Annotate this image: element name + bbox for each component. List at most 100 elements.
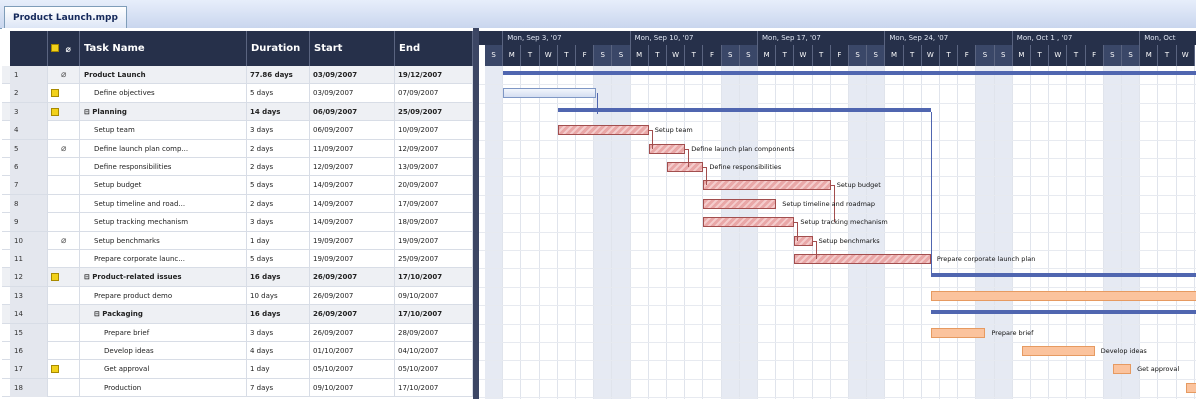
- tab-product-launch[interactable]: Product Launch.mpp: [4, 6, 127, 28]
- duration-cell[interactable]: 5 days: [247, 176, 310, 195]
- summary-bar[interactable]: [930, 273, 1196, 278]
- end-cell[interactable]: 04/10/2007: [395, 342, 473, 360]
- task-bar[interactable]: [930, 290, 1196, 301]
- duration-cell[interactable]: 3 days: [247, 323, 310, 342]
- duration-cell[interactable]: 3 days: [247, 213, 310, 232]
- start-cell[interactable]: 19/09/2007: [310, 250, 395, 268]
- task-bar[interactable]: [703, 180, 831, 191]
- duration-cell[interactable]: 2 days: [247, 139, 310, 158]
- task-name-cell[interactable]: ⊟ Product-related issues: [80, 268, 247, 287]
- duration-cell[interactable]: 5 days: [247, 250, 310, 268]
- table-row[interactable]: 1 ⌀ Product Launch 77.86 days 03/09/2007 19/1…: [2, 66, 473, 85]
- duration-cell[interactable]: 10 days: [247, 286, 310, 305]
- start-cell[interactable]: 19/09/2007: [310, 231, 395, 250]
- start-cell[interactable]: 14/09/2007: [310, 194, 395, 213]
- start-cell[interactable]: 26/09/2007: [310, 305, 395, 324]
- info-column-header[interactable]: ⌀: [48, 31, 80, 66]
- start-cell[interactable]: 26/09/2007: [310, 268, 395, 287]
- duration-cell[interactable]: 1 day: [247, 231, 310, 250]
- duration-cell[interactable]: 5 days: [247, 84, 310, 103]
- end-cell[interactable]: 19/12/2007: [395, 66, 473, 84]
- duration-cell[interactable]: 4 days: [247, 342, 310, 360]
- table-row[interactable]: 11 Prepare corporate launc... 5 days 19/09/…: [2, 250, 473, 269]
- task-bar[interactable]: [703, 198, 777, 209]
- task-name-column-header[interactable]: Task Name: [80, 31, 247, 66]
- duration-cell[interactable]: 14 days: [247, 102, 310, 121]
- task-name-cell[interactable]: Define objectives: [80, 84, 247, 103]
- table-row[interactable]: 10 ⌀ Setup benchmarks 1 day 19/09/2007 19/09/…: [2, 231, 473, 250]
- task-bar[interactable]: [1112, 364, 1132, 375]
- end-cell[interactable]: 25/09/2007: [395, 250, 473, 268]
- start-cell[interactable]: 14/09/2007: [310, 176, 395, 195]
- duration-cell[interactable]: 2 days: [247, 158, 310, 176]
- start-cell[interactable]: 26/09/2007: [310, 323, 395, 342]
- task-name-cell[interactable]: Define launch plan comp...: [80, 139, 247, 158]
- end-cell[interactable]: 10/09/2007: [395, 121, 473, 140]
- end-cell[interactable]: 05/10/2007: [395, 360, 473, 379]
- end-cell[interactable]: 17/09/2007: [395, 194, 473, 213]
- start-cell[interactable]: 01/10/2007: [310, 342, 395, 360]
- task-bar[interactable]: [1185, 382, 1196, 393]
- task-bar[interactable]: [667, 162, 704, 172]
- task-name-cell[interactable]: Define responsibilities: [80, 158, 247, 176]
- duration-cell[interactable]: 2 days: [247, 194, 310, 213]
- duration-column-header[interactable]: Duration: [247, 31, 310, 66]
- summary-bar[interactable]: [930, 310, 1196, 315]
- end-cell[interactable]: 20/09/2007: [395, 176, 473, 195]
- end-cell[interactable]: 07/09/2007: [395, 84, 473, 103]
- table-row[interactable]: 7 Setup budget 5 days 14/09/2007 20/09/2007: [2, 176, 473, 195]
- task-name-cell[interactable]: Prepare corporate launc...: [80, 250, 247, 268]
- start-cell[interactable]: 06/09/2007: [310, 121, 395, 140]
- table-row[interactable]: 16 Develop ideas 4 days 01/10/2007 04/10/200…: [2, 342, 473, 361]
- end-cell[interactable]: 12/09/2007: [395, 139, 473, 158]
- end-cell[interactable]: 18/09/2007: [395, 213, 473, 232]
- start-cell[interactable]: 26/09/2007: [310, 286, 395, 305]
- start-column-header[interactable]: Start: [310, 31, 395, 66]
- table-row[interactable]: 5 ⌀ Define launch plan comp... 2 days 11/09/…: [2, 139, 473, 158]
- end-cell[interactable]: 17/10/2007: [395, 378, 473, 397]
- start-cell[interactable]: 05/10/2007: [310, 360, 395, 379]
- task-name-cell[interactable]: Production: [80, 378, 247, 397]
- start-cell[interactable]: 03/09/2007: [310, 84, 395, 103]
- end-cell[interactable]: 25/09/2007: [395, 102, 473, 121]
- end-cell[interactable]: 28/09/2007: [395, 323, 473, 342]
- task-name-cell[interactable]: ⊟ Planning: [80, 102, 247, 121]
- end-cell[interactable]: 19/09/2007: [395, 231, 473, 250]
- task-name-cell[interactable]: Setup budget: [80, 176, 247, 195]
- id-column-header[interactable]: [10, 31, 48, 66]
- table-row[interactable]: 6 Define responsibilities 2 days 12/09/2007…: [2, 158, 473, 177]
- table-row[interactable]: 4 Setup team 3 days 06/09/2007 10/09/2007: [2, 121, 473, 140]
- task-name-cell[interactable]: Prepare brief: [80, 323, 247, 342]
- task-name-cell[interactable]: Develop ideas: [80, 342, 247, 360]
- end-cell[interactable]: 17/10/2007: [395, 268, 473, 287]
- task-name-cell[interactable]: Setup benchmarks: [80, 231, 247, 250]
- table-row[interactable]: 12 ⊟ Product-related issues 16 days 26/09/2…: [2, 268, 473, 287]
- task-name-cell[interactable]: Setup team: [80, 121, 247, 140]
- end-cell[interactable]: 13/09/2007: [395, 158, 473, 176]
- task-name-cell[interactable]: ⊟ Packaging: [80, 305, 247, 324]
- table-row[interactable]: 14 ⊟ Packaging 16 days 26/09/2007 17/10/2007: [2, 305, 473, 324]
- table-row[interactable]: 17 Get approval 1 day 05/10/2007 05/10/2007: [2, 360, 473, 379]
- table-row[interactable]: 9 Setup tracking mechanism 3 days 14/09/200…: [2, 213, 473, 232]
- start-cell[interactable]: 06/09/2007: [310, 102, 395, 121]
- task-bar[interactable]: [1021, 346, 1095, 356]
- duration-cell[interactable]: 77.86 days: [247, 66, 310, 84]
- task-bar[interactable]: [648, 143, 686, 154]
- table-row[interactable]: 15 Prepare brief 3 days 26/09/2007 28/09/200…: [2, 323, 473, 342]
- task-bar[interactable]: [557, 125, 649, 136]
- start-cell[interactable]: 09/10/2007: [310, 378, 395, 397]
- duration-cell[interactable]: 7 days: [247, 378, 310, 397]
- start-cell[interactable]: 03/09/2007: [310, 66, 395, 84]
- table-row[interactable]: 18 Production 7 days 09/10/2007 17/10/2007: [2, 378, 473, 398]
- table-row[interactable]: 3 ⊟ Planning 14 days 06/09/2007 25/09/2007: [2, 102, 473, 122]
- start-cell[interactable]: 11/09/2007: [310, 139, 395, 158]
- table-row[interactable]: 2 Define objectives 5 days 03/09/2007 07/09/…: [2, 84, 473, 103]
- duration-cell[interactable]: 16 days: [247, 305, 310, 324]
- duration-cell[interactable]: 3 days: [247, 121, 310, 140]
- task-name-cell[interactable]: Product Launch: [80, 66, 247, 84]
- duration-cell[interactable]: 16 days: [247, 268, 310, 287]
- start-cell[interactable]: 12/09/2007: [310, 158, 395, 176]
- task-name-cell[interactable]: Get approval: [80, 360, 247, 379]
- duration-cell[interactable]: 1 day: [247, 360, 310, 379]
- start-cell[interactable]: 14/09/2007: [310, 213, 395, 232]
